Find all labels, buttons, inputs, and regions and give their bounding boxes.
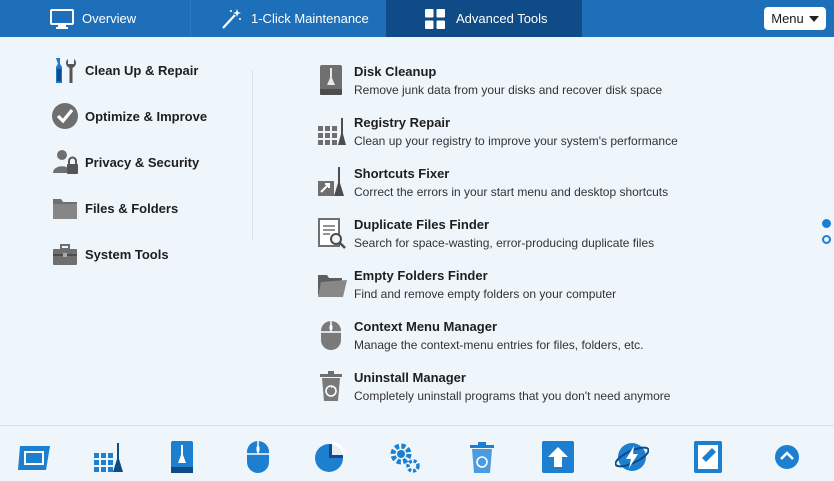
page-dot[interactable] xyxy=(822,235,831,244)
chevron-down-icon xyxy=(808,15,819,22)
recycle-bin-icon xyxy=(316,369,348,403)
wrench-brush-icon xyxy=(50,55,80,85)
tool-context-menu-manager[interactable]: Context Menu Manager Manage the context-… xyxy=(316,315,776,361)
menu-label: Menu xyxy=(771,11,804,26)
folder-icon xyxy=(50,193,80,223)
dock-scroll-up-button[interactable] xyxy=(769,441,805,477)
tablet-icon xyxy=(692,440,724,479)
category-clean-up-repair[interactable]: Clean Up & Repair xyxy=(50,54,198,86)
tool-description: Find and remove empty folders on your co… xyxy=(354,287,617,301)
registry-broom-icon xyxy=(90,441,126,478)
grid-tiles-icon xyxy=(424,8,448,30)
dock-disk-cleanup-button[interactable] xyxy=(164,440,200,479)
registry-grid-icon xyxy=(316,114,348,148)
tool-description: Manage the context-menu entries for file… xyxy=(354,338,644,352)
dock-uninstall-button[interactable] xyxy=(464,441,500,477)
dock-disk-analyzer-button[interactable] xyxy=(312,441,348,477)
gears-icon xyxy=(387,440,421,479)
tool-disk-cleanup[interactable]: Disk Cleanup Remove junk data from your … xyxy=(316,60,776,106)
category-label: System Tools xyxy=(85,246,169,262)
page-dot-active[interactable] xyxy=(822,219,831,228)
toolbox-icon xyxy=(50,239,80,269)
tab-label: Advanced Tools xyxy=(456,11,548,26)
category-label: Files & Folders xyxy=(85,200,179,216)
chevron-up-icon xyxy=(774,444,800,475)
tab-label: Overview xyxy=(82,11,137,26)
tab-label: 1-Click Maintenance xyxy=(251,11,369,26)
tool-title: Empty Folders Finder xyxy=(354,268,488,283)
dock-settings-button[interactable] xyxy=(386,441,422,477)
user-lock-icon xyxy=(50,147,80,177)
tab-1-click-maintenance[interactable]: 1-Click Maintenance xyxy=(219,0,379,37)
top-nav: Overview 1-Click Maintenance Advanced To… xyxy=(0,0,834,37)
globe-lightning-icon xyxy=(614,440,650,479)
checkmark-circle-icon xyxy=(50,101,80,131)
monitor-icon xyxy=(50,8,74,30)
upload-arrow-icon xyxy=(541,440,575,479)
tool-registry-repair[interactable]: Registry Repair Clean up your registry t… xyxy=(316,111,776,157)
tab-divider xyxy=(190,0,191,37)
category-label: Clean Up & Repair xyxy=(85,62,199,78)
tool-description: Remove junk data from your disks and rec… xyxy=(354,83,663,97)
dock-window-button[interactable] xyxy=(16,441,52,477)
tab-overview[interactable]: Overview xyxy=(50,0,190,37)
category-system-tools[interactable]: System Tools xyxy=(50,238,169,270)
tool-uninstall-manager[interactable]: Uninstall Manager Completely uninstall p… xyxy=(316,366,776,412)
recycle-bin-icon xyxy=(467,440,497,479)
category-label: Optimize & Improve xyxy=(85,108,208,124)
tool-empty-folders-finder[interactable]: Empty Folders Finder Find and remove emp… xyxy=(316,264,776,310)
bottom-dock xyxy=(0,425,834,481)
tab-advanced-tools[interactable]: Advanced Tools xyxy=(386,0,582,37)
dock-registry-button[interactable] xyxy=(90,441,126,477)
category-privacy-security[interactable]: Privacy & Security xyxy=(50,146,199,178)
tool-title: Shortcuts Fixer xyxy=(354,166,450,181)
disk-cleanup-icon xyxy=(167,440,197,479)
tool-title: Disk Cleanup xyxy=(354,64,437,79)
category-label: Privacy & Security xyxy=(85,154,200,170)
menu-button[interactable]: Menu xyxy=(764,7,826,30)
document-magnifier-icon xyxy=(316,216,348,250)
tool-shortcuts-fixer[interactable]: Shortcuts Fixer Correct the errors in yo… xyxy=(316,162,776,208)
dock-tablet-button[interactable] xyxy=(690,440,726,479)
tool-duplicate-files-finder[interactable]: Duplicate Files Finder Search for space-… xyxy=(316,213,776,259)
magic-wand-icon xyxy=(219,8,243,30)
tool-title: Uninstall Manager xyxy=(354,370,466,385)
pie-chart-icon xyxy=(313,440,347,479)
tool-description: Search for space-wasting, error-producin… xyxy=(354,236,655,250)
section-divider xyxy=(252,70,253,240)
open-folder-icon xyxy=(316,267,348,301)
tool-title: Duplicate Files Finder xyxy=(354,217,490,232)
window-icon xyxy=(16,442,52,477)
disk-broom-icon xyxy=(316,63,348,97)
tool-description: Clean up your registry to improve your s… xyxy=(354,134,678,148)
category-optimize-improve[interactable]: Optimize & Improve xyxy=(50,100,207,132)
dock-update-button[interactable] xyxy=(540,440,576,479)
shortcut-broom-icon xyxy=(316,165,348,199)
dock-context-menu-button[interactable] xyxy=(240,440,276,479)
tool-description: Correct the errors in your start menu an… xyxy=(354,185,669,199)
mouse-icon xyxy=(245,440,271,479)
mouse-icon xyxy=(316,318,348,352)
category-files-folders[interactable]: Files & Folders xyxy=(50,192,178,224)
tool-title: Registry Repair xyxy=(354,115,451,130)
dock-internet-booster-button[interactable] xyxy=(614,441,650,477)
tool-description: Completely uninstall programs that you d… xyxy=(354,389,671,403)
tool-title: Context Menu Manager xyxy=(354,319,498,334)
